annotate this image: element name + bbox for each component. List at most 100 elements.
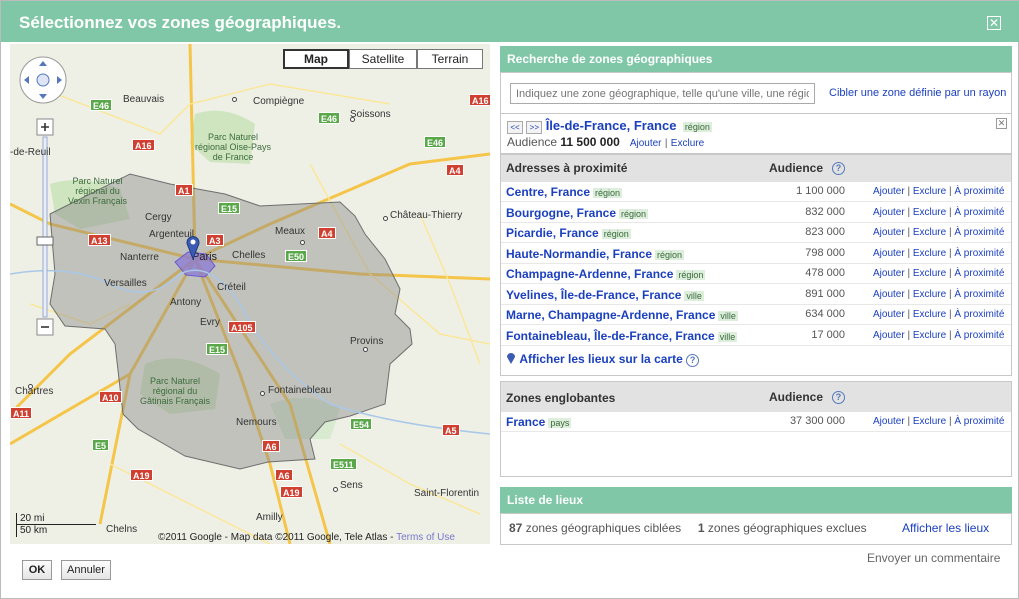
exclude-link[interactable]: Exclure <box>913 416 946 427</box>
current-location-name[interactable]: Île-de-France, France <box>546 118 677 133</box>
road-label: A1 <box>175 184 193 196</box>
pan-control[interactable] <box>14 55 72 105</box>
location-marker-icon[interactable] <box>185 234 201 260</box>
remove-location-icon[interactable]: ✕ <box>996 118 1007 129</box>
nearby-link[interactable]: À proximité <box>954 330 1004 341</box>
row-actions: Ajouter | Exclure | À proximité <box>873 227 1005 238</box>
help-icon[interactable]: ? <box>686 354 700 367</box>
add-link[interactable]: Ajouter <box>873 207 905 218</box>
nearby-link[interactable]: À proximité <box>954 227 1004 238</box>
map-canvas[interactable]: Map Satellite Terrain E46 A16 A1 E46 E46… <box>10 44 490 544</box>
audience-label: Audience <box>507 135 558 149</box>
road-label: A19 <box>280 486 303 498</box>
location-type-badge: région <box>601 229 631 239</box>
nearby-location-name[interactable]: Marne, Champagne-Ardenne, France ville <box>506 308 738 322</box>
exclude-link[interactable]: Exclure <box>913 330 946 341</box>
row-actions: Ajouter | Exclure | À proximité <box>873 309 1005 320</box>
geo-targeting-dialog: Sélectionnez vos zones géographiques. ✕ <box>0 0 1019 599</box>
town-label: Château-Thierry <box>390 210 463 221</box>
nearby-row: Marne, Champagne-Ardenne, France ville 634… <box>501 305 1011 325</box>
map-scale: 20 mi 50 km <box>16 513 101 537</box>
nearby-row: Haute-Normandie, France région 798 000 Ajou… <box>501 244 1011 264</box>
map-type-map-button[interactable]: Map <box>283 49 349 69</box>
nearby-link[interactable]: À proximité <box>954 186 1004 197</box>
cancel-button[interactable]: Annuler <box>61 560 111 580</box>
enclosing-title: Zones englobantes <box>506 391 616 405</box>
current-exclude-link[interactable]: Exclure <box>671 138 704 149</box>
location-type-badge: pays <box>548 418 572 428</box>
add-link[interactable]: Ajouter <box>873 330 905 341</box>
nearby-link[interactable]: À proximité <box>954 309 1004 320</box>
add-link[interactable]: Ajouter <box>873 309 905 320</box>
park-label: Parc Naturel régional Oise-Pays de Franc… <box>195 132 272 162</box>
exclude-link[interactable]: Exclure <box>913 289 946 300</box>
exclude-link[interactable]: Exclure <box>913 248 946 259</box>
targeted-label: zones géographiques ciblées <box>525 521 682 535</box>
ok-button[interactable]: OK <box>22 560 52 580</box>
current-audience: Audience 11 500 000 Ajouter | Exclure <box>507 135 705 149</box>
nearby-location-name[interactable]: Champagne-Ardenne, France région <box>506 267 706 281</box>
town-label: Soissons <box>350 109 391 120</box>
add-link[interactable]: Ajouter <box>873 186 905 197</box>
current-location-row: << >> Île-de-France, France région <box>507 118 712 134</box>
nearby-location-name[interactable]: Centre, France région <box>506 185 623 199</box>
nearby-link[interactable]: À proximité <box>954 248 1004 259</box>
town-label: Antony <box>170 297 202 308</box>
help-icon[interactable]: ? <box>832 391 845 404</box>
road-label: E5 <box>92 439 110 451</box>
add-link[interactable]: Ajouter <box>873 268 905 279</box>
show-places-link[interactable]: Afficher les lieux <box>902 521 989 535</box>
town-label: Amilly <box>256 512 283 523</box>
terms-of-use-link[interactable]: Terms of Use <box>396 532 455 543</box>
nearby-location-name[interactable]: Fontainebleau, Île-de-France, France vill… <box>506 329 738 343</box>
enclosing-location-name[interactable]: France pays <box>506 415 572 429</box>
nearby-link[interactable]: À proximité <box>954 289 1004 300</box>
exclude-link[interactable]: Exclure <box>913 227 946 238</box>
nearby-location-name[interactable]: Picardie, France région <box>506 226 631 240</box>
map-type-satellite-button[interactable]: Satellite <box>349 49 417 69</box>
places-panel-header: Liste de lieux <box>500 487 1012 513</box>
show-places-on-map-link[interactable]: Afficher les lieux sur la carte <box>519 352 682 366</box>
location-type-badge: région <box>682 122 712 132</box>
add-link[interactable]: Ajouter <box>873 227 905 238</box>
road-label: A3 <box>206 234 224 246</box>
town-label: Chartres <box>15 386 54 397</box>
exclude-link[interactable]: Exclure <box>913 309 946 320</box>
row-actions: Ajouter | Exclure | À proximité <box>873 206 1005 218</box>
map-base <box>10 44 490 544</box>
road-label: A5 <box>442 424 460 436</box>
nearby-location-name[interactable]: Haute-Normandie, France région <box>506 247 685 261</box>
prev-button[interactable]: << <box>507 121 523 134</box>
nearby-location-name[interactable]: Bourgogne, France région <box>506 206 649 220</box>
enclosing-audience-header: Audience <box>769 390 824 404</box>
location-search-input[interactable] <box>510 83 815 104</box>
exclude-link[interactable]: Exclure <box>913 268 946 279</box>
road-label: A105 <box>228 321 256 333</box>
add-link[interactable]: Ajouter <box>873 289 905 300</box>
nearby-link[interactable]: À proximité <box>954 207 1004 218</box>
park-label: Parc Naturel régional du Vexin Français <box>68 176 128 206</box>
town-label: Créteil <box>217 282 246 293</box>
road-label: A6 <box>275 469 293 481</box>
town-label: Meaux <box>275 226 306 237</box>
exclude-link[interactable]: Exclure <box>913 186 946 197</box>
radius-target-link[interactable]: Cibler une zone définie par un rayon <box>829 87 1006 99</box>
add-link[interactable]: Ajouter <box>873 248 905 259</box>
map-copyright: ©2011 Google - Map data ©2011 Google, Te… <box>158 532 455 543</box>
nearby-link[interactable]: À proximité <box>954 416 1004 427</box>
town-label: Compiègne <box>253 96 305 107</box>
location-type-badge: ville <box>718 311 738 321</box>
nearby-link[interactable]: À proximité <box>954 268 1004 279</box>
town-label: Fontainebleau <box>268 385 332 396</box>
next-button[interactable]: >> <box>526 121 543 134</box>
feedback-link[interactable]: Envoyer un commentaire <box>867 551 1000 565</box>
map-type-terrain-button[interactable]: Terrain <box>417 49 483 69</box>
nearby-location-name[interactable]: Yvelines, Île-de-France, France ville <box>506 288 704 302</box>
add-link[interactable]: Ajouter <box>873 416 905 427</box>
excluded-count: 1 <box>697 521 705 535</box>
exclude-link[interactable]: Exclure <box>913 207 946 218</box>
current-include-link[interactable]: Ajouter <box>630 138 662 149</box>
town-label: Chelns <box>106 524 138 535</box>
row-actions: Ajouter | Exclure | À proximité <box>873 268 1005 279</box>
close-icon[interactable]: ✕ <box>987 16 1001 30</box>
